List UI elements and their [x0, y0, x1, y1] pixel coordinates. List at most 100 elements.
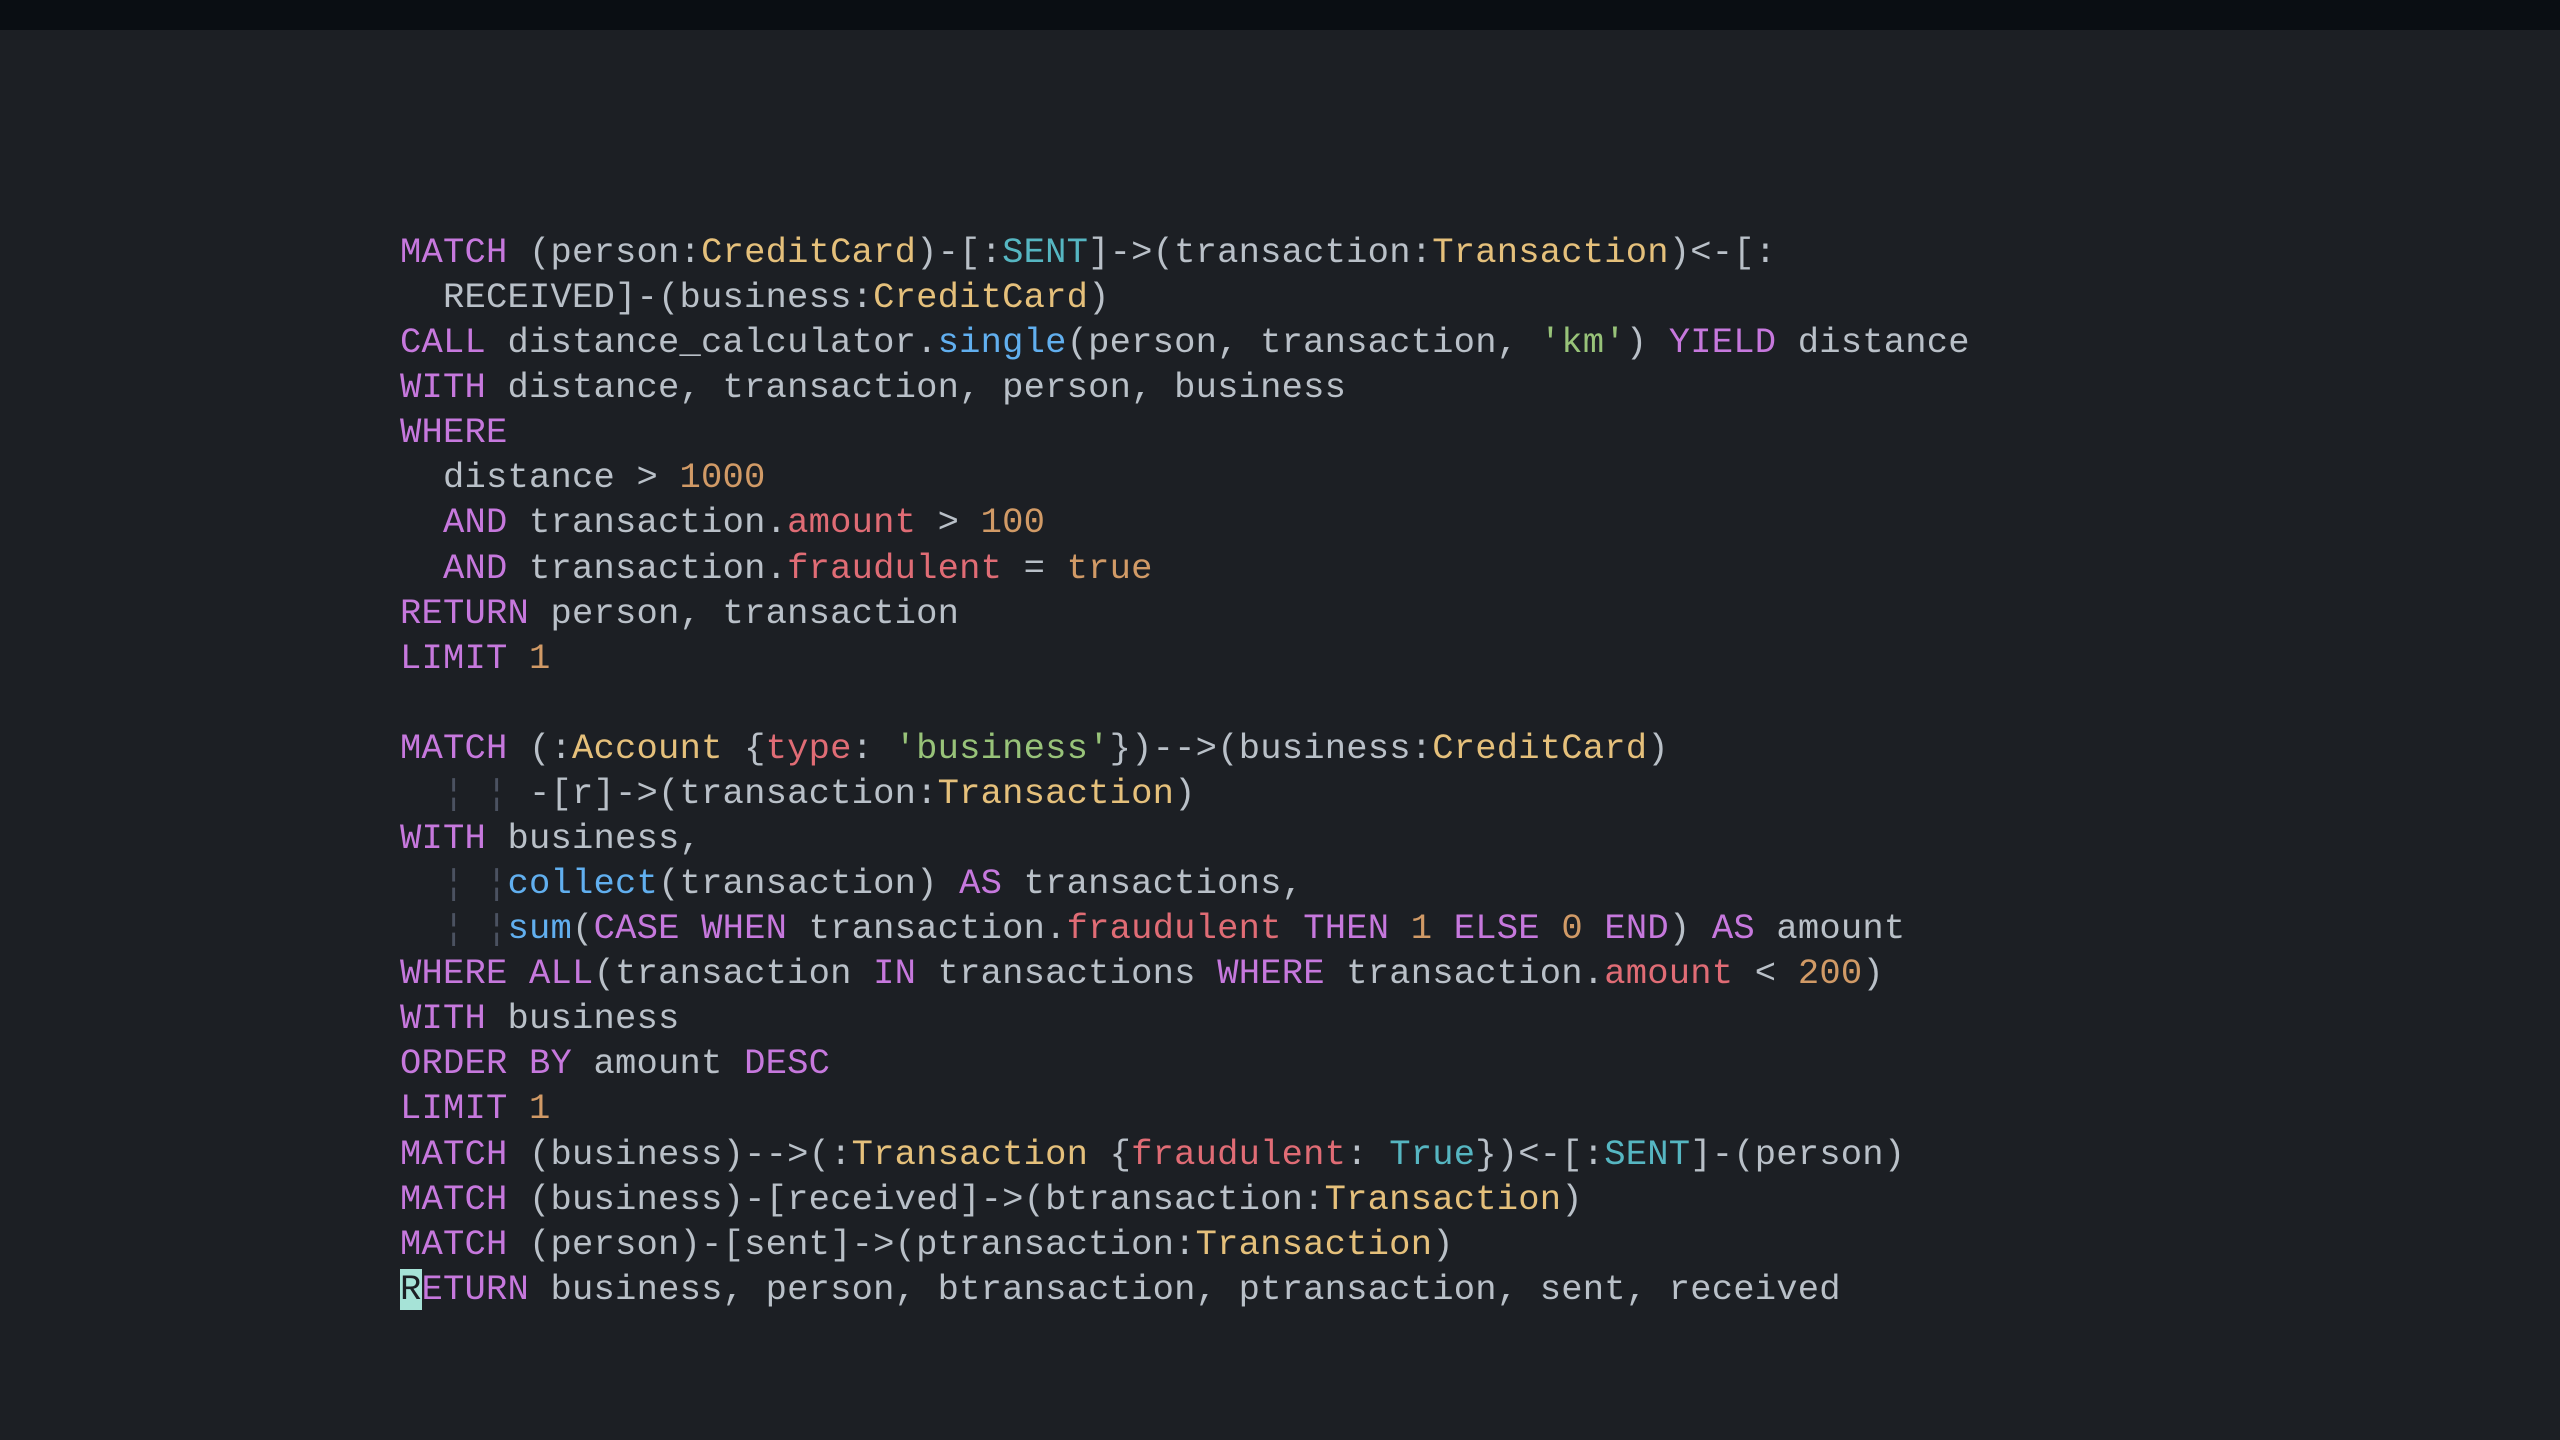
- token-ident: [508, 638, 530, 679]
- token-num: 1000: [680, 457, 766, 498]
- token-kw: AND: [443, 548, 508, 589]
- code-line[interactable]: WITH business,: [400, 816, 2560, 861]
- token-label: Transaction: [852, 1134, 1089, 1175]
- token-ident: distance >: [400, 457, 680, 498]
- token-ident: (person:: [508, 232, 702, 273]
- code-line[interactable]: LIMIT 1: [400, 636, 2560, 681]
- token-kw: WHEN: [701, 908, 787, 949]
- code-line[interactable]: MATCH (:Account {type: 'business'})-->(b…: [400, 726, 2560, 771]
- code-line[interactable]: WITH business: [400, 996, 2560, 1041]
- token-label: CreditCard: [1432, 728, 1647, 769]
- token-ident: distance: [1776, 322, 1970, 363]
- code-line[interactable]: CALL distance_calculator.single(person, …: [400, 320, 2560, 365]
- code-line[interactable]: [400, 681, 2560, 726]
- token-ident: (business)-[received]->(btransaction:: [508, 1179, 1325, 1220]
- code-line[interactable]: MATCH (business)-[received]->(btransacti…: [400, 1177, 2560, 1222]
- token-ident: -[r]->(transaction:: [529, 773, 938, 814]
- token-dim: ¦ ¦: [443, 773, 529, 814]
- code-line[interactable]: AND transaction.amount > 100: [400, 500, 2560, 545]
- token-ident: [400, 548, 443, 589]
- token-func: collect: [508, 863, 659, 904]
- token-prop: amount: [1604, 953, 1733, 994]
- token-ident: [400, 908, 443, 949]
- token-ident: (transaction): [658, 863, 959, 904]
- code-line[interactable]: WHERE: [400, 410, 2560, 455]
- token-kw: RETURN: [400, 593, 529, 634]
- token-kw: CASE: [594, 908, 680, 949]
- token-kw: IN: [873, 953, 916, 994]
- token-prop: type: [766, 728, 852, 769]
- code-line[interactable]: ¦ ¦collect(transaction) AS transactions,: [400, 861, 2560, 906]
- code-line[interactable]: distance > 1000: [400, 455, 2560, 500]
- token-label: Transaction: [1325, 1179, 1562, 1220]
- token-ident: })-->(business:: [1110, 728, 1433, 769]
- token-num: true: [1067, 548, 1153, 589]
- token-kw: WHERE: [1217, 953, 1325, 994]
- code-line[interactable]: RECEIVED]-(business:CreditCard): [400, 275, 2560, 320]
- token-ident: :: [852, 728, 895, 769]
- code-line[interactable]: WITH distance, transaction, person, busi…: [400, 365, 2560, 410]
- token-ident: (person, transaction,: [1067, 322, 1540, 363]
- code-line[interactable]: AND transaction.fraudulent = true: [400, 546, 2560, 591]
- token-ident: ): [1647, 728, 1669, 769]
- code-line[interactable]: MATCH (person:CreditCard)-[:SENT]->(tran…: [400, 230, 2560, 275]
- token-ident: [1540, 908, 1562, 949]
- code-content[interactable]: MATCH (person:CreditCard)-[:SENT]->(tran…: [400, 230, 2560, 1312]
- token-cyan: SENT: [1604, 1134, 1690, 1175]
- token-ident: [508, 953, 530, 994]
- token-ident: ): [1626, 322, 1669, 363]
- token-ident: ): [1088, 277, 1110, 318]
- token-ident: =: [1002, 548, 1067, 589]
- code-line[interactable]: MATCH (person)-[sent]->(ptransaction:Tra…: [400, 1222, 2560, 1267]
- token-dim: ¦ ¦: [443, 863, 508, 904]
- code-line[interactable]: ¦ ¦ -[r]->(transaction:Transaction): [400, 771, 2560, 816]
- token-kw: LIMIT: [400, 1088, 508, 1129]
- token-prop: amount: [787, 502, 916, 543]
- token-ident: [680, 908, 702, 949]
- code-line[interactable]: ORDER BY amount DESC: [400, 1041, 2560, 1086]
- window-titlebar: [0, 0, 2560, 30]
- token-ident: [1432, 908, 1454, 949]
- cursor: R: [400, 1269, 422, 1310]
- token-ident: [1583, 908, 1605, 949]
- code-editor[interactable]: MATCH (person:CreditCard)-[:SENT]->(tran…: [0, 30, 2560, 1440]
- token-prop: fraudulent: [1131, 1134, 1346, 1175]
- token-kw: AS: [1712, 908, 1755, 949]
- code-line[interactable]: LIMIT 1: [400, 1086, 2560, 1131]
- token-kw: MATCH: [400, 1179, 508, 1220]
- token-num: 1: [529, 638, 551, 679]
- token-ident: business,: [486, 818, 701, 859]
- token-ident: transaction.: [508, 502, 788, 543]
- token-kw: MATCH: [400, 1224, 508, 1265]
- token-kw: WHERE: [400, 412, 508, 453]
- token-label: Transaction: [1196, 1224, 1433, 1265]
- token-ident: (:: [508, 728, 573, 769]
- code-line[interactable]: WHERE ALL(transaction IN transactions WH…: [400, 951, 2560, 996]
- token-kw: CALL: [400, 322, 486, 363]
- token-ident: ): [1561, 1179, 1583, 1220]
- token-kw: ALL: [529, 953, 594, 994]
- token-num: 100: [981, 502, 1046, 543]
- token-ident: transactions,: [1002, 863, 1303, 904]
- token-ident: amount: [572, 1043, 744, 1084]
- token-kw: MATCH: [400, 1134, 508, 1175]
- token-label: CreditCard: [701, 232, 916, 273]
- token-ident: ]->(transaction:: [1088, 232, 1432, 273]
- token-ident: :: [1346, 1134, 1389, 1175]
- code-line[interactable]: ¦ ¦sum(CASE WHEN transaction.fraudulent …: [400, 906, 2560, 951]
- token-ident: {: [1088, 1134, 1131, 1175]
- token-num: 0: [1561, 908, 1583, 949]
- token-ident: (transaction: [594, 953, 874, 994]
- token-kw: MATCH: [400, 232, 508, 273]
- code-line[interactable]: RETURN business, person, btransaction, p…: [400, 1267, 2560, 1312]
- token-ident: [1389, 908, 1411, 949]
- token-ident: {: [723, 728, 766, 769]
- token-kw: THEN: [1303, 908, 1389, 949]
- token-ident: RECEIVED]-(business:: [400, 277, 873, 318]
- code-line[interactable]: MATCH (business)-->(:Transaction {fraudu…: [400, 1132, 2560, 1177]
- token-kw: ORDER BY: [400, 1043, 572, 1084]
- token-ident: })<-[:: [1475, 1134, 1604, 1175]
- code-line[interactable]: RETURN person, transaction: [400, 591, 2560, 636]
- token-ident: <: [1733, 953, 1798, 994]
- token-kw: LIMIT: [400, 638, 508, 679]
